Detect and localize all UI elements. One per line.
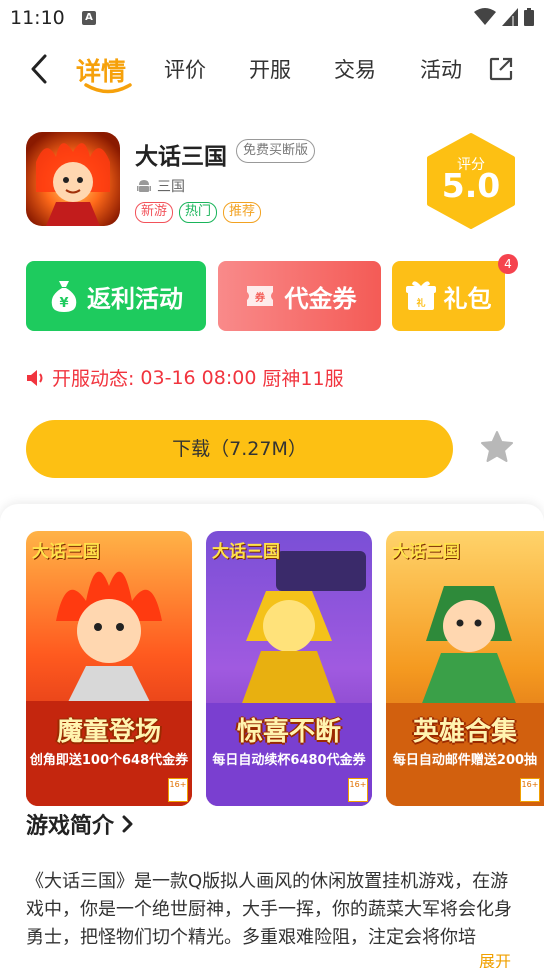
money-bag-icon: ¥ bbox=[51, 281, 77, 312]
server-label: 开服动态: bbox=[52, 368, 135, 390]
screenshot-subcaption: 创角即送100个648代金券 bbox=[29, 753, 189, 768]
tab-activities[interactable]: 活动 bbox=[420, 54, 462, 84]
expand-link[interactable]: 展开 bbox=[479, 948, 511, 968]
voucher-label: 代金券 bbox=[284, 284, 357, 313]
battery-icon bbox=[524, 8, 534, 26]
gift-pack-button[interactable]: 礼 礼包 bbox=[392, 261, 505, 331]
tab-reviews[interactable]: 评价 bbox=[164, 54, 206, 84]
tab-trade[interactable]: 交易 bbox=[334, 54, 376, 84]
cellular-icon bbox=[502, 8, 518, 26]
platform-info: 三国 bbox=[137, 176, 185, 196]
game-title: 大话三国 bbox=[135, 144, 227, 170]
screenshot-subcaption: 每日自动续杯6480代金券 bbox=[212, 753, 366, 768]
svg-text:¥: ¥ bbox=[59, 296, 68, 311]
svg-text:礼: 礼 bbox=[416, 297, 425, 309]
screenshot-1[interactable]: 大话三国 魔童登场 创角即送100个648代金券 16+ bbox=[26, 531, 192, 806]
screenshot-logo: 大话三国 bbox=[32, 542, 100, 562]
screenshot-3[interactable]: 大话三国 英雄合集 每日自动邮件赠送200抽 16+ bbox=[386, 531, 544, 806]
gift-icon: 礼 bbox=[405, 281, 436, 310]
server-name: 厨神11服 bbox=[262, 368, 344, 390]
intro-title: 游戏简介 bbox=[26, 814, 115, 839]
age-rating-badge: 16+ bbox=[520, 778, 540, 802]
top-navigation: 详情 评价 开服 交易 活动 bbox=[0, 40, 544, 100]
coupon-icon: 券 bbox=[246, 286, 273, 306]
screenshot-2[interactable]: 大话三国 惊喜不断 每日自动续杯6480代金券 16+ bbox=[206, 531, 372, 806]
notification-icon: A bbox=[82, 11, 96, 25]
intro-description: 《大话三国》是一款Q版拟人画风的休闲放置挂机游戏，在游戏中，你是一个绝世厨神，大… bbox=[26, 871, 512, 948]
game-icon bbox=[26, 132, 120, 226]
tab-servers[interactable]: 开服 bbox=[249, 54, 291, 84]
gift-label: 礼包 bbox=[443, 284, 492, 313]
screenshot-caption: 魔童登场 bbox=[56, 717, 161, 747]
edition-badge: 免费买断版 bbox=[236, 139, 316, 163]
voucher-button[interactable]: 券 代金券 bbox=[218, 261, 381, 331]
status-icons bbox=[474, 8, 534, 26]
tag-list: 新游 热门 推荐 bbox=[135, 202, 262, 223]
svg-text:券: 券 bbox=[254, 291, 266, 304]
status-bar: 11:10 A bbox=[0, 0, 544, 36]
screenshot-caption: 惊喜不断 bbox=[236, 717, 341, 747]
age-rating-badge: 16+ bbox=[168, 778, 188, 802]
active-tab-indicator-icon bbox=[84, 83, 132, 94]
rebate-label: 返利活动 bbox=[87, 284, 183, 313]
tag-hot: 热门 bbox=[179, 202, 218, 223]
tag-recommended: 推荐 bbox=[223, 202, 262, 223]
score-badge: 评分 5.0 bbox=[425, 132, 517, 230]
platform-label: 三国 bbox=[157, 179, 185, 195]
server-time: 03-16 08:00 bbox=[140, 366, 257, 389]
speaker-icon bbox=[27, 369, 43, 386]
back-arrow-icon[interactable] bbox=[26, 52, 56, 86]
screenshot-subcaption: 每日自动邮件赠送200抽 bbox=[392, 753, 538, 768]
gift-count-badge: 4 bbox=[498, 254, 518, 274]
wifi-icon bbox=[474, 8, 496, 25]
star-icon[interactable] bbox=[480, 430, 514, 464]
share-icon[interactable] bbox=[488, 56, 514, 82]
screenshot-logo: 大话三国 bbox=[392, 542, 460, 562]
intro-heading[interactable]: 游戏简介 bbox=[26, 808, 134, 840]
rebate-activity-button[interactable]: ¥ 返利活动 bbox=[26, 261, 206, 331]
download-button[interactable]: 下载（7.27M） bbox=[26, 420, 453, 478]
status-time: 11:10 bbox=[10, 7, 65, 29]
score-value: 5.0 bbox=[441, 166, 501, 205]
server-info[interactable]: 开服动态: 03-16 08:00 厨神11服 bbox=[26, 364, 344, 391]
android-icon bbox=[137, 179, 151, 192]
screenshot-caption: 英雄合集 bbox=[412, 717, 517, 747]
screenshot-logo: 大话三国 bbox=[212, 542, 280, 562]
age-rating-badge: 16+ bbox=[348, 778, 368, 802]
tag-new: 新游 bbox=[135, 202, 174, 223]
chevron-right-icon bbox=[122, 815, 133, 833]
